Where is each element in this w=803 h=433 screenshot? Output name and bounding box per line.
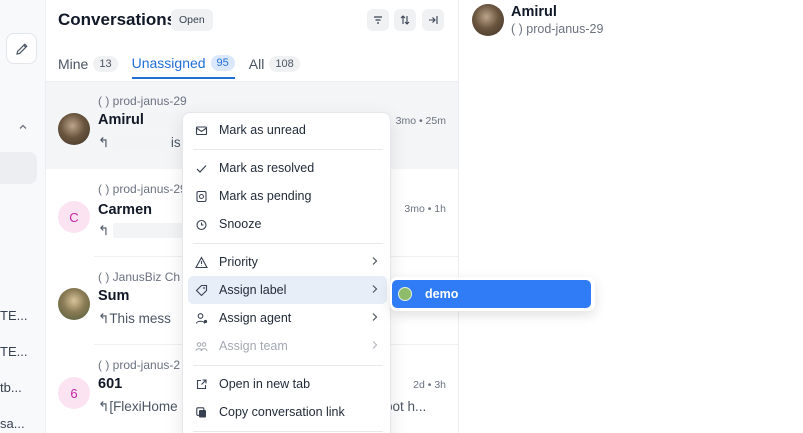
tab-label: All [248,55,265,72]
chevron-right-icon [370,311,379,326]
conversation-inbox: ( ) prod-janus-29 [98,94,187,108]
menu-item-mark-pending[interactable]: Mark as pending [188,182,387,210]
collapse-panel-icon [429,16,438,24]
avatar [58,288,90,320]
rail-item[interactable]: tb... [0,380,40,395]
collapse-panel-button[interactable] [422,9,444,31]
menu-item-open-new-tab[interactable]: Open in new tab [188,370,387,398]
conversation-inbox: ( ) JanusBiz Ch [98,270,181,284]
inbox-icon: ( ) [98,358,113,372]
tab-all[interactable]: All 108 [249,46,300,79]
menu-item-assign-agent[interactable]: Assign agent [188,304,387,332]
contact-name: Sum [98,288,130,304]
last-message: ↰This mess [98,311,171,326]
reply-icon: ↰ [98,311,110,326]
mail-icon [194,123,208,137]
compose-button[interactable] [6,33,37,64]
menu-item-copy-link[interactable]: Copy conversation link [188,398,387,426]
chevron-right-icon [370,283,379,298]
tab-label: Mine [58,55,89,72]
conversation-inbox: ( ) prod-janus-29 [98,182,187,196]
label-option-text: demo [425,287,459,301]
menu-divider [193,365,383,366]
inbox-icon: ( ) [511,22,527,36]
left-rail: TE... TE... tb... sa... [0,0,46,433]
contact-name: Amirul [511,4,557,20]
pencil-icon [15,42,28,55]
conversation-meta: 2d • 3h [413,379,446,391]
inbox-icon: ( ) [98,270,113,284]
contact-name: Carmen [98,202,152,218]
label-color-dot [398,287,412,301]
external-link-icon [194,377,208,391]
inbox-icon: ( ) [98,182,113,196]
rail-item[interactable]: TE... [0,308,40,323]
team-icon [194,339,208,353]
chevron-up-icon[interactable] [18,121,28,135]
copy-icon [194,405,208,419]
chevron-right-icon [370,255,379,270]
menu-item-assign-team: Assign team [188,332,387,360]
sort-button[interactable] [394,9,416,31]
menu-item-mark-resolved[interactable]: Mark as resolved [188,154,387,182]
pending-icon [194,189,208,203]
sort-icon [400,15,410,25]
rail-active-item[interactable] [0,152,37,184]
last-message: ↰ xxxxxxxx is [98,135,181,150]
avatar: C [58,201,90,233]
last-message: ↰[FlexiHome [98,399,178,414]
reply-icon: ↰ [98,399,110,414]
rail-item[interactable]: sa... [0,416,40,431]
contact-name: 601 [98,376,123,392]
inbox-icon: ( ) [98,94,113,108]
tab-unassigned[interactable]: Unassigned 95 [131,46,235,79]
last-message-tail: bot h... [385,399,427,414]
tab-mine[interactable]: Mine 13 [58,46,118,79]
status-filter-badge[interactable]: Open [171,9,213,31]
rail-item[interactable]: TE... [0,344,40,359]
chevron-right-icon [370,339,379,354]
conversation-context-menu: Mark as unread Mark as resolved Mark as … [182,112,391,433]
menu-divider [193,431,383,432]
agent-icon [194,311,208,325]
page-title: Conversations [58,10,177,29]
tag-icon [194,283,208,297]
avatar [472,4,504,36]
label-option-demo[interactable]: demo [392,280,591,308]
conversation-inbox: ( ) prod-janus-29 [511,22,604,36]
menu-divider [193,149,383,150]
assign-label-submenu: demo [390,277,595,311]
filter-icon [374,16,382,24]
conversation-meta: 3mo • 1h [404,203,446,215]
priority-icon [194,255,208,269]
snooze-icon [194,217,208,231]
reply-icon: ↰ [98,223,110,238]
tab-label: Unassigned [131,54,206,71]
check-icon [194,161,208,175]
menu-item-snooze[interactable]: Snooze [188,210,387,238]
avatar [58,113,90,145]
tab-count: 108 [269,55,300,72]
tab-count: 13 [93,55,118,72]
tab-count: 95 [210,54,235,71]
filter-button[interactable] [367,9,389,31]
conversation-inbox: ( ) prod-janus-2 [98,358,181,372]
menu-item-priority[interactable]: Priority [188,248,387,276]
menu-divider [193,243,383,244]
reply-icon: ↰ [98,135,110,150]
conversation-detail-pane: Amirul ( ) prod-janus-29 [460,0,803,433]
avatar: 6 [58,377,90,409]
menu-item-assign-label[interactable]: Assign label [188,276,387,304]
conversation-tabs: Mine 13 Unassigned 95 All 108 [58,46,300,82]
menu-item-mark-unread[interactable]: Mark as unread [188,116,387,144]
conversation-meta: 3mo • 25m [395,115,446,127]
